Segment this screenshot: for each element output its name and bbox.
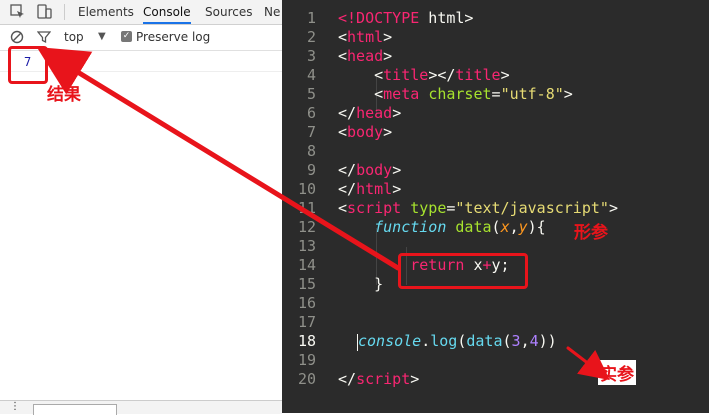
- inspect-element-icon[interactable]: [10, 4, 26, 20]
- code-line-10: </html>: [338, 180, 402, 198]
- clear-console-icon[interactable]: [10, 30, 24, 47]
- drawer-menu-icon[interactable]: ⋮: [10, 401, 20, 412]
- context-dropdown-icon[interactable]: ▼: [98, 31, 106, 42]
- line-number: 16: [297, 294, 316, 312]
- line-number: 20: [297, 370, 316, 388]
- preserve-log-label: Preserve log: [136, 30, 211, 44]
- tab-sources[interactable]: Sources: [205, 0, 252, 24]
- result-highlight-box: [8, 46, 48, 84]
- code-line-3: <head>: [338, 47, 393, 65]
- code-line-4: <title></title>: [338, 66, 510, 84]
- text-cursor: [357, 334, 358, 351]
- line-number: 7: [306, 123, 316, 141]
- line-number: 8: [306, 142, 316, 160]
- line-number: 15: [297, 275, 316, 293]
- return-highlight-box: [398, 253, 528, 289]
- toolbar-separator: [64, 4, 65, 20]
- line-number: 4: [306, 66, 316, 84]
- code-line-6: </head>: [338, 104, 402, 122]
- line-number: 14: [297, 256, 316, 274]
- filter-icon[interactable]: [36, 30, 52, 47]
- line-number: 9: [306, 161, 316, 179]
- line-number: 13: [297, 237, 316, 255]
- code-line-15: }: [338, 275, 384, 293]
- tab-elements[interactable]: Elements: [78, 0, 134, 24]
- code-line-11: <script type="text/javascript">: [338, 199, 618, 217]
- line-number: 6: [306, 104, 316, 122]
- code-line-9: </body>: [338, 161, 402, 179]
- code-line-12: function data(x,y){: [374, 218, 546, 236]
- devtools-toolbar: Elements Console Sources Ne: [0, 0, 282, 25]
- line-number-gutter: 1 2 3 4 5 6 7 8 9 10 11 12 13 14 15 16 17 18 19 20: [282, 0, 324, 413]
- code-line-2: <html>: [338, 28, 393, 46]
- formal-params-annotation: 形参: [574, 223, 608, 243]
- line-number: 10: [297, 180, 316, 198]
- context-selector[interactable]: top: [64, 30, 84, 44]
- line-number: 19: [297, 351, 316, 369]
- drawer-tab[interactable]: [33, 404, 117, 415]
- device-toggle-icon[interactable]: [36, 4, 52, 20]
- line-number: 12: [297, 218, 316, 236]
- code-editor[interactable]: 1 2 3 4 5 6 7 8 9 10 11 12 13 14 15 16 17 18 19 20 <!DOCTYP…: [282, 0, 709, 413]
- code-line-1: <!DOCTYPE html>: [338, 9, 474, 27]
- line-number: 5: [306, 85, 316, 103]
- tab-network[interactable]: Ne: [264, 0, 280, 24]
- actual-params-annotation: 实参: [598, 360, 636, 385]
- preserve-log-checkbox[interactable]: ✓: [121, 31, 132, 42]
- line-number: 3: [306, 47, 316, 65]
- code-line-7: <body>: [338, 123, 393, 141]
- result-annotation: 结果: [47, 85, 81, 105]
- code-line-18: console.log(data(3,4)): [358, 332, 557, 350]
- code-line-5: <meta charset="utf-8">: [338, 85, 573, 103]
- line-number: 2: [306, 28, 316, 46]
- code-line-20: </script>: [338, 370, 420, 388]
- line-number: 11: [297, 199, 316, 217]
- tab-console[interactable]: Console: [143, 0, 191, 24]
- line-number: 18: [297, 332, 316, 350]
- devtools-drawer: ⋮: [0, 400, 282, 415]
- line-number: 17: [297, 313, 316, 331]
- line-number: 1: [306, 9, 316, 27]
